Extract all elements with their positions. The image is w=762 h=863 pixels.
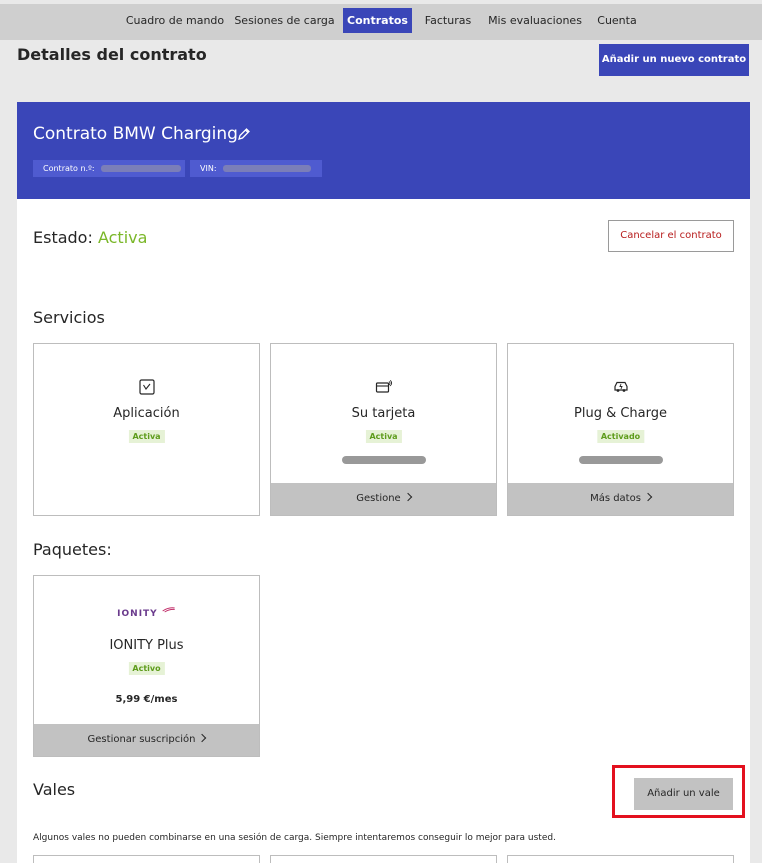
service-card-charging-card: Su tarjeta Activa Gestione — [270, 343, 497, 516]
status-badge: Activado — [596, 430, 645, 443]
car-icon — [613, 381, 628, 392]
package-price: 5,99 €/mes — [115, 694, 178, 705]
manage-card-label: Gestione — [356, 493, 401, 504]
contract-number-chip: Contrato n.º: — [33, 160, 185, 177]
manage-subscription-link[interactable]: Gestionar suscripción — [34, 724, 259, 756]
cancel-contract-button[interactable]: Cancelar el contrato — [608, 220, 734, 252]
contract-status: Estado: Activa — [33, 228, 147, 247]
app-icon — [138, 379, 155, 395]
contract-panel: Contrato BMW Charging Contrato n.º: VIN:… — [17, 102, 750, 863]
packages-title: Paquetes: — [33, 540, 112, 559]
service-name: Aplicación — [113, 406, 180, 421]
services-title: Servicios — [33, 308, 105, 327]
nav-item-evaluations[interactable]: Mis evaluaciones — [484, 8, 586, 33]
status-badge: Activa — [128, 430, 165, 443]
service-card-app: Aplicación Activa — [33, 343, 260, 516]
status-label: Estado: — [33, 228, 93, 247]
package-name: IONITY Plus — [109, 638, 184, 653]
pencil-icon[interactable] — [236, 126, 252, 142]
nav-item-charging-sessions[interactable]: Sesiones de carga — [232, 8, 337, 33]
service-card-plug-and-charge: Plug & Charge Activado Más datos — [507, 343, 734, 516]
chevron-right-icon — [403, 492, 412, 502]
contract-title: Contrato BMW Charging — [33, 124, 238, 144]
ionity-swoosh-icon — [162, 607, 175, 613]
highlight-box — [612, 765, 745, 818]
voucher-card — [507, 855, 734, 863]
redacted-contract-number — [100, 165, 181, 172]
nav-item-contracts[interactable]: Contratos — [343, 8, 412, 33]
top-navigation: Cuadro de mando Sesiones de carga Contra… — [0, 4, 762, 40]
more-details-link[interactable]: Más datos — [508, 483, 733, 515]
nav-item-dashboard[interactable]: Cuadro de mando — [121, 8, 229, 33]
redacted-emaid — [578, 456, 663, 464]
status-value: Activa — [97, 228, 148, 247]
package-card-ionity: IONITY IONITY Plus Activo 5,99 €/mes Ges… — [33, 575, 260, 757]
page-title: Detalles del contrato — [17, 45, 207, 64]
more-details-label: Más datos — [590, 493, 641, 504]
vouchers-title: Vales — [33, 780, 76, 799]
card-icon — [375, 379, 392, 393]
chevron-right-icon — [643, 492, 653, 502]
contract-banner: Contrato BMW Charging Contrato n.º: VIN: — [17, 102, 750, 199]
add-new-contract-button[interactable]: Añadir un nuevo contrato — [599, 44, 749, 76]
contract-number-label: Contrato n.º: — [43, 164, 95, 173]
voucher-card — [33, 855, 260, 863]
service-name: Su tarjeta — [351, 406, 416, 421]
chevron-right-icon — [198, 733, 207, 743]
nav-item-invoices[interactable]: Facturas — [418, 8, 478, 33]
vouchers-note: Algunos vales no pueden combinarse en un… — [33, 833, 556, 843]
status-badge: Activo — [128, 662, 165, 675]
redacted-vin — [222, 165, 311, 172]
service-name: Plug & Charge — [574, 406, 667, 421]
nav-item-account[interactable]: Cuenta — [591, 8, 643, 33]
redacted-card-number — [341, 456, 426, 464]
voucher-card — [270, 855, 497, 863]
manage-card-link[interactable]: Gestione — [271, 483, 496, 515]
manage-subscription-label: Gestionar suscripción — [87, 734, 196, 745]
ionity-logo: IONITY — [117, 606, 176, 619]
vin-label: VIN: — [200, 164, 217, 173]
vin-chip: VIN: — [190, 160, 322, 177]
status-badge: Activa — [365, 430, 402, 443]
